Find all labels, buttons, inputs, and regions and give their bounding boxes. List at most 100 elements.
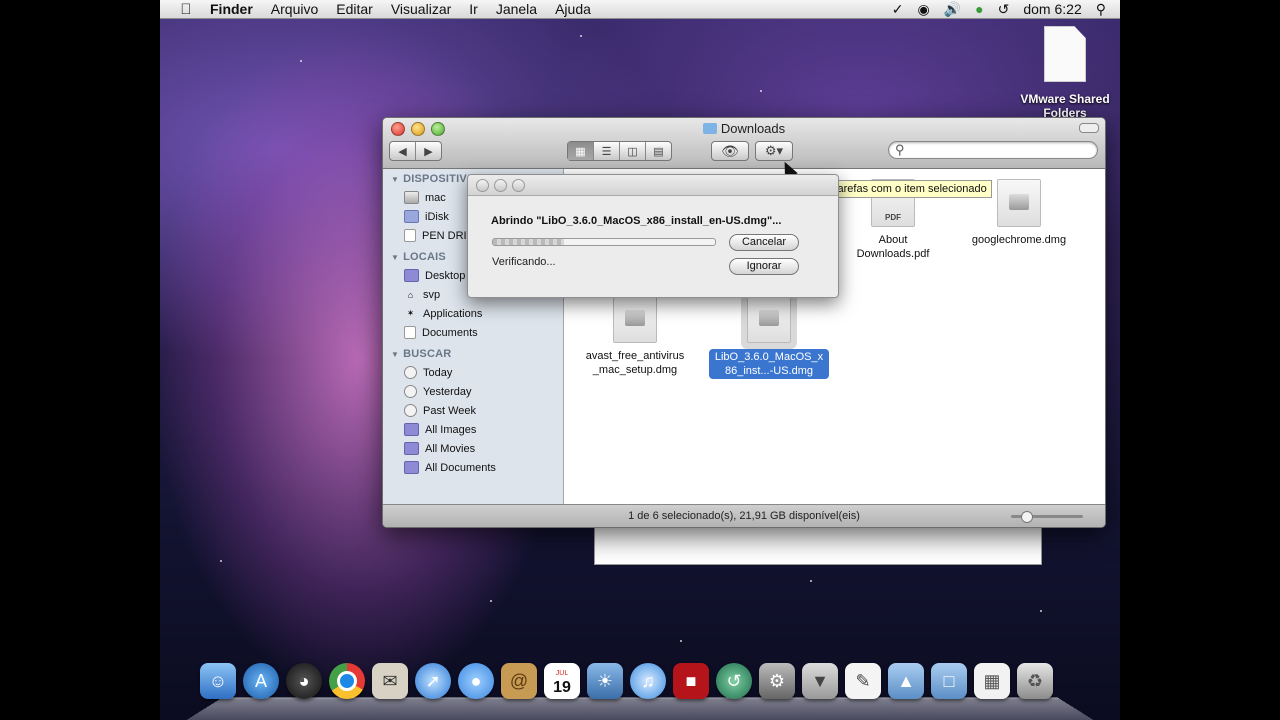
documents-icon xyxy=(404,326,416,339)
menu-janela[interactable]: Janela xyxy=(496,1,537,17)
computer-icon xyxy=(404,191,419,204)
menu-ajuda[interactable]: Ajuda xyxy=(555,1,591,17)
ignore-button[interactable]: Ignorar xyxy=(729,258,799,275)
cancel-button[interactable]: Cancelar xyxy=(729,234,799,251)
dialog-close-button xyxy=(476,179,489,192)
back-forward-buttons: ◀ ▶ xyxy=(389,141,442,161)
quick-look-button[interactable]: 👁 xyxy=(711,141,749,161)
finder-icon[interactable]: ☺ xyxy=(200,663,236,699)
ical-icon[interactable]: JUL 19 xyxy=(544,663,580,699)
downloads-stack-icon[interactable]: ▦ xyxy=(974,663,1010,699)
itunes-icon[interactable]: ♫ xyxy=(630,663,666,699)
menu-visualizar[interactable]: Visualizar xyxy=(391,1,451,17)
menubar-clock[interactable]: dom 6:22 xyxy=(1023,1,1081,17)
forward-button[interactable]: ▶ xyxy=(416,142,441,160)
sidebar-item-documents[interactable]: Documents xyxy=(383,323,563,342)
mail-stamp-icon[interactable]: ✉ xyxy=(372,663,408,699)
applications-icon: ✶ xyxy=(406,308,415,318)
menu-ir[interactable]: Ir xyxy=(469,1,478,17)
eye-icon: 👁 xyxy=(721,142,739,159)
photo-booth-icon[interactable]: ■ xyxy=(673,663,709,699)
smart-folder-icon xyxy=(404,442,419,455)
sidebar-item-today[interactable]: Today xyxy=(383,363,563,382)
menu-arquivo[interactable]: Arquivo xyxy=(271,1,318,17)
preview-icon[interactable]: ✎ xyxy=(845,663,881,699)
file-name: About Downloads.pdf xyxy=(856,234,930,260)
documents-folder-icon[interactable]: □ xyxy=(931,663,967,699)
file-name: LibO_3.6.0_MacOS_x86_inst...-US.dmg xyxy=(709,349,829,379)
dialog-titlebar xyxy=(468,175,838,196)
clock-icon xyxy=(404,404,417,417)
time-machine-icon[interactable]: ↺ xyxy=(716,663,752,699)
vmware-label: VMware Shared Folders xyxy=(1020,92,1110,120)
dock-shelf xyxy=(185,697,1095,720)
file-name: googlechrome.dmg xyxy=(971,234,1067,246)
column-view-button[interactable]: ◫ xyxy=(620,142,646,160)
home-icon: ⌂ xyxy=(407,289,414,300)
sidebar-item-past-week[interactable]: Past Week xyxy=(383,401,563,420)
window-title-text: Downloads xyxy=(720,121,786,136)
address-book-icon[interactable]: @ xyxy=(501,663,537,699)
app-store-icon[interactable]: A xyxy=(243,663,279,699)
window-toolbar: Downloads ◀ ▶ ▦ ☰ ◫ ▤ 👁 ⚙▾ ⚲ xyxy=(383,118,1105,169)
applications-folder-icon[interactable]: ▲ xyxy=(888,663,924,699)
dialog-message: Abrindo "LibO_3.6.0_MacOS_x86_install_en… xyxy=(491,215,782,227)
dashboard-icon[interactable]: ◕ xyxy=(286,663,322,699)
safari-icon[interactable]: ➚ xyxy=(415,663,451,699)
disk-image-icon xyxy=(997,179,1041,227)
disk-image-icon xyxy=(613,295,657,343)
menu-finder[interactable]: Finder xyxy=(210,1,253,17)
progress-dialog: Abrindo "LibO_3.6.0_MacOS_x86_install_en… xyxy=(467,174,839,298)
dialog-minimize-button xyxy=(494,179,507,192)
smart-folder-icon xyxy=(404,461,419,474)
search-icon: ⚲ xyxy=(895,142,905,157)
list-view-button[interactable]: ☰ xyxy=(594,142,620,160)
calendar-day: 19 xyxy=(553,679,571,696)
window-title: Downloads xyxy=(383,121,1105,136)
clock-icon xyxy=(404,385,417,398)
vmware-shared-folders[interactable]: VMware Shared Folders xyxy=(1015,26,1115,120)
drive-icon xyxy=(404,229,416,242)
icon-size-slider[interactable] xyxy=(1011,511,1083,523)
system-preferences-icon[interactable]: ⚙ xyxy=(759,663,795,699)
iphoto-icon[interactable]: ☀ xyxy=(587,663,623,699)
sidebar-item-all-movies[interactable]: All Movies xyxy=(383,439,563,458)
status-text: 1 de 6 selecionado(s), 21,91 GB disponív… xyxy=(628,510,860,522)
icon-view-button[interactable]: ▦ xyxy=(568,142,594,160)
coverflow-view-button[interactable]: ▤ xyxy=(646,142,671,160)
sidebar-item-applications[interactable]: ✶ Applications xyxy=(383,304,563,323)
apple-icon[interactable]:  xyxy=(176,1,196,18)
back-button[interactable]: ◀ xyxy=(390,142,416,160)
menu-bar:  Finder Arquivo Editar Visualizar Ir Ja… xyxy=(160,0,1120,19)
action-button[interactable]: ⚙▾ xyxy=(755,141,793,161)
file-item-selected[interactable]: LibO_3.6.0_MacOS_x86_inst...-US.dmg xyxy=(704,295,834,379)
desktop-icon xyxy=(404,269,419,282)
sidebar-item-yesterday[interactable]: Yesterday xyxy=(383,382,563,401)
disk-image-icon xyxy=(747,295,791,343)
clock-icon xyxy=(404,366,417,379)
file-item[interactable]: avast_free_antivirus_mac_setup.dmg xyxy=(570,295,700,377)
status-bar: 1 de 6 selecionado(s), 21,91 GB disponív… xyxy=(383,504,1105,527)
sync-icon[interactable]: ◉ xyxy=(918,1,930,18)
trash-icon[interactable]: ♻ xyxy=(1017,663,1053,699)
chrome-icon[interactable] xyxy=(329,663,365,699)
file-name: avast_free_antivirus_mac_setup.dmg xyxy=(585,350,685,376)
menu-editar[interactable]: Editar xyxy=(336,1,373,17)
network-icon[interactable]: ● xyxy=(975,1,983,17)
gear-icon: ⚙▾ xyxy=(764,143,784,158)
sidebar-item-all-documents[interactable]: All Documents xyxy=(383,458,563,477)
installer-icon[interactable]: ▼ xyxy=(802,663,838,699)
toolbar-toggle-button[interactable] xyxy=(1079,123,1099,133)
search-field[interactable]: ⚲ xyxy=(888,141,1098,159)
time-machine-menu-icon[interactable]: ↺ xyxy=(998,1,1010,18)
slider-knob[interactable] xyxy=(1021,511,1033,523)
dialog-status: Verificando... xyxy=(492,256,556,268)
sidebar-item-all-images[interactable]: All Images xyxy=(383,420,563,439)
dock: ☺ A ◕ ✉ ➚ ● @ JUL 19 ☀ ♫ ■ ↺ ⚙ ▼ ✎ ▲ □ ▦… xyxy=(200,663,1053,699)
ichat-icon[interactable]: ● xyxy=(458,663,494,699)
script-icon[interactable]: ✓ xyxy=(892,1,904,18)
spotlight-icon[interactable]: ⚲ xyxy=(1096,1,1106,18)
smart-folder-icon xyxy=(404,423,419,436)
volume-icon[interactable]: 🔊 xyxy=(944,1,961,18)
sidebar-header-search[interactable]: ▼ BUSCAR xyxy=(391,348,563,360)
